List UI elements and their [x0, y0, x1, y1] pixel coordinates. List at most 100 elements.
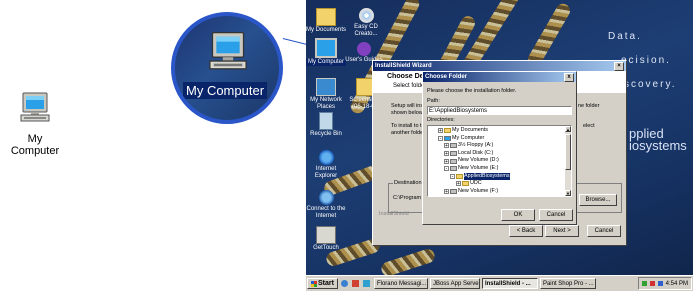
desktop-icon-gettouch[interactable]: GetTouch	[306, 226, 346, 252]
choose-folder-dialog: Choose Folder x Please choose the instal…	[422, 71, 577, 225]
desktop-icon-easy-cd-creator[interactable]: Easy CD Creato...	[346, 8, 386, 38]
desktop-icon-connect-internet[interactable]: Connect to the Internet	[306, 190, 346, 220]
my-computer-icon	[209, 31, 247, 70]
floppy-icon	[450, 143, 457, 149]
windows-logo-icon	[311, 280, 317, 287]
desktop-icon-label: My Network Places	[310, 97, 342, 110]
taskbar-task[interactable]: Florano Messagi...	[373, 278, 428, 289]
collapse-icon[interactable]: -	[450, 173, 455, 179]
brand-line-1: Data.	[608, 31, 642, 42]
tree-row[interactable]: + Local Disk (C:)	[428, 150, 571, 158]
tree-row-label: New Volume (D:)	[458, 157, 499, 164]
start-label: Start	[318, 280, 334, 287]
desktop-icon-label: Easy CD Creato...	[354, 24, 378, 37]
expand-icon[interactable]: +	[438, 128, 443, 134]
choose-folder-title: Choose Folder	[425, 74, 468, 80]
desktop-icon-label: My Computer	[306, 59, 346, 66]
drive-icon	[450, 189, 457, 195]
destination-value: C:\Program	[393, 195, 422, 201]
tree-row-label: New Volume (F:)	[458, 187, 499, 194]
ok-button[interactable]: OK	[501, 209, 535, 221]
installshield-titlebar: InstallShield Wizard ×	[373, 61, 626, 71]
ie-icon	[318, 150, 334, 165]
drive-icon	[450, 158, 457, 164]
expand-icon[interactable]: +	[444, 151, 449, 157]
tree-row[interactable]: + My Documents	[428, 127, 571, 135]
taskbar-task[interactable]: JBoss App Server	[429, 278, 480, 289]
directories-scrollbar[interactable]: ▲ ▼	[565, 126, 571, 196]
my-computer-icon	[20, 92, 50, 122]
installshield-right-text2: elect	[583, 123, 595, 129]
directories-tree[interactable]: + My Documents - My Computer +3½ Floppy (A:)…	[427, 125, 572, 197]
brand-logo-line-2: iosystems	[629, 138, 687, 153]
tree-row[interactable]: - My Computer	[428, 135, 571, 143]
recycle-bin-icon	[319, 112, 333, 130]
tree-row-label: 3½ Floppy (A:)	[458, 142, 494, 149]
tree-row[interactable]: + New Volume (F:)	[428, 188, 571, 196]
taskbar: Start Florano Messagi... JBoss App Serve…	[306, 275, 693, 291]
tree-row[interactable]: +3½ Floppy (A:)	[428, 142, 571, 150]
collapse-icon[interactable]: -	[438, 135, 443, 141]
path-input[interactable]: E:\AppliedBiosystems	[427, 106, 572, 115]
drive-icon	[450, 151, 457, 157]
my-computer-label: My Computer	[10, 133, 60, 157]
path-label: Path:	[427, 98, 440, 104]
clock[interactable]: 4:54 PM	[666, 281, 688, 287]
installshield-cancel-button[interactable]: Cancel	[587, 225, 621, 237]
tray-icon[interactable]	[649, 281, 655, 286]
gettouch-icon	[316, 226, 336, 244]
desktop-icon-label: Connect to the Internet	[306, 206, 346, 219]
expand-icon[interactable]: +	[444, 189, 449, 195]
browse-button[interactable]: Browse...	[579, 194, 617, 206]
next-button[interactable]: Next >	[545, 225, 579, 237]
brand-line-2: ecision.	[621, 55, 671, 66]
quick-launch-icon[interactable]	[340, 280, 348, 287]
scroll-thumb[interactable]	[565, 134, 571, 170]
choose-folder-cancel-button[interactable]: Cancel	[539, 209, 573, 221]
folder-icon	[316, 8, 336, 26]
taskbar-task-active[interactable]: InstallShield - ...	[481, 278, 538, 289]
directories-label: Directories:	[427, 117, 455, 123]
destination-label: Destination	[393, 180, 423, 186]
tree-row[interactable]: - New Volume (E:)	[428, 165, 571, 173]
network-icon	[316, 78, 336, 96]
desktop-icon-my-computer[interactable]: My Computer	[306, 38, 346, 66]
desktop-icon-internet-explorer[interactable]: Internet Explorer	[306, 150, 346, 180]
tree-row-label: UDC	[470, 180, 482, 187]
choose-folder-instruction: Please choose the installation folder.	[427, 88, 517, 94]
expand-icon[interactable]: +	[444, 143, 449, 149]
choose-folder-close-icon[interactable]: x	[564, 72, 574, 82]
back-button[interactable]: < Back	[509, 225, 543, 237]
installshield-close-icon[interactable]: ×	[614, 61, 624, 71]
desktop-screenshot: Data. ecision. scovery. pplied iosystems…	[306, 0, 693, 291]
brand-line-3: scovery.	[624, 79, 677, 90]
desktop-icon-my-network-places[interactable]: My Network Places	[306, 78, 346, 111]
taskbar-task[interactable]: Paint Shop Pro - ...	[539, 278, 596, 289]
desktop-icon-label: Internet Explorer	[314, 166, 338, 179]
folder-icon	[462, 181, 469, 187]
scroll-down-icon[interactable]: ▼	[565, 190, 571, 196]
expand-icon[interactable]: +	[444, 158, 449, 164]
my-computer-desktop-icon[interactable]: My Computer	[6, 92, 64, 157]
tray-icon[interactable]	[657, 281, 663, 286]
tree-row-label: AppliedBiosystems	[464, 172, 510, 181]
scroll-up-icon[interactable]: ▲	[565, 126, 571, 132]
collapse-icon[interactable]: -	[444, 166, 449, 172]
tree-row[interactable]: - AppliedBiosystems	[428, 172, 571, 181]
quick-launch-icon[interactable]	[351, 280, 359, 287]
tray-icon[interactable]	[641, 281, 647, 286]
choose-folder-titlebar: Choose Folder x	[423, 72, 576, 82]
desktop-icon-my-documents[interactable]: My Documents	[306, 8, 346, 34]
zoom-magnifier: My Computer	[171, 12, 283, 124]
zoom-my-computer-label: My Computer	[183, 82, 268, 99]
expand-icon[interactable]: +	[456, 181, 461, 187]
quick-launch-icon[interactable]	[362, 280, 370, 287]
tree-row[interactable]: + UDC	[428, 180, 571, 188]
tree-row-label: My Documents	[452, 127, 488, 133]
start-button[interactable]: Start	[307, 278, 338, 289]
help-icon	[357, 42, 371, 56]
cd-icon	[358, 8, 374, 23]
desktop-icon-recycle-bin[interactable]: Recycle Bin	[306, 112, 346, 138]
tree-row[interactable]: + New Volume (D:)	[428, 157, 571, 165]
system-tray: 4:54 PM	[637, 277, 692, 290]
